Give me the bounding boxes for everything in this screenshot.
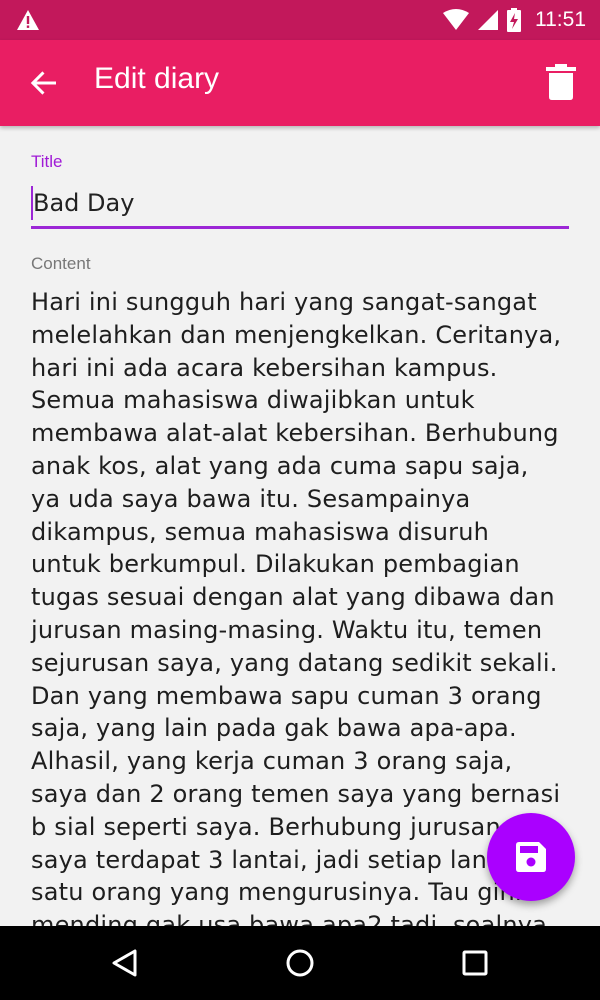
home-circle-icon[interactable] bbox=[284, 947, 316, 979]
content-line: ya uda saya bawa itu. Sesampainya bbox=[31, 484, 471, 513]
content-line: melelahkan dan menjengkelkan. Ceritanya, bbox=[31, 320, 562, 349]
title-input[interactable]: Bad Day bbox=[31, 184, 569, 229]
content-line: Alhasil, yang kerja cuman 3 orang saja, bbox=[31, 747, 513, 776]
content-line: membawa alat-alat kebersihan. Berhubung bbox=[31, 419, 559, 448]
content-line: jurusan masing-masing. Waktu itu, temen bbox=[31, 615, 543, 644]
content-line: hari ini ada acara kebersihan kampus. bbox=[31, 353, 498, 382]
status-time: 11:51 bbox=[535, 8, 586, 31]
warning-icon bbox=[17, 10, 39, 30]
content-line: Semua mahasiswa diwajibkan untuk bbox=[31, 386, 475, 415]
title-value: Bad Day bbox=[33, 189, 135, 217]
app-toolbar: Edit diary bbox=[0, 40, 600, 126]
content-line: Hari ini sungguh hari yang sangat-sangat bbox=[31, 288, 537, 316]
content-line: untuk berkumpul. Dilakukan pembagian bbox=[31, 550, 520, 579]
content-line: saya dan 2 orang temen saya yang bernasi bbox=[31, 779, 561, 808]
battery-charging-icon bbox=[507, 8, 521, 32]
content-line: Dan yang membawa sapu cuman 3 orang bbox=[31, 681, 542, 710]
trash-icon[interactable] bbox=[546, 64, 576, 100]
wifi-icon bbox=[443, 9, 469, 30]
content-line: satu orang yang mengurusinya. Tau gini bbox=[31, 878, 522, 907]
content-line: anak kos, alat yang ada cuma sapu saja, bbox=[31, 451, 529, 480]
content-input[interactable]: Hari ini sungguh hari yang sangat-sangat… bbox=[31, 286, 571, 926]
status-bar: 11:51 bbox=[0, 0, 600, 40]
save-icon bbox=[516, 842, 546, 872]
edit-form: Title Bad Day Content Hari ini sungguh h… bbox=[0, 126, 600, 926]
signal-icon bbox=[478, 10, 498, 30]
content-label: Content bbox=[31, 254, 91, 273]
title-label: Title bbox=[31, 152, 63, 171]
content-line: sejurusan saya, yang datang sedikit seka… bbox=[31, 648, 558, 677]
content-line: dikampus, semua mahasiswa disuruh bbox=[31, 517, 490, 546]
content-line: saja, yang lain pada gak bawa apa-apa. bbox=[31, 714, 517, 743]
content-line: mending gak usa bawa apa2 tadi, soalnya bbox=[31, 911, 548, 926]
back-triangle-icon[interactable] bbox=[109, 947, 141, 979]
arrow-left-icon[interactable] bbox=[28, 67, 60, 99]
page-title: Edit diary bbox=[94, 62, 220, 95]
system-nav-bar bbox=[0, 926, 600, 1000]
save-button[interactable] bbox=[487, 813, 575, 901]
content-line: tugas sesuai dengan alat yang dibawa dan bbox=[31, 583, 555, 612]
recents-square-icon[interactable] bbox=[459, 947, 491, 979]
